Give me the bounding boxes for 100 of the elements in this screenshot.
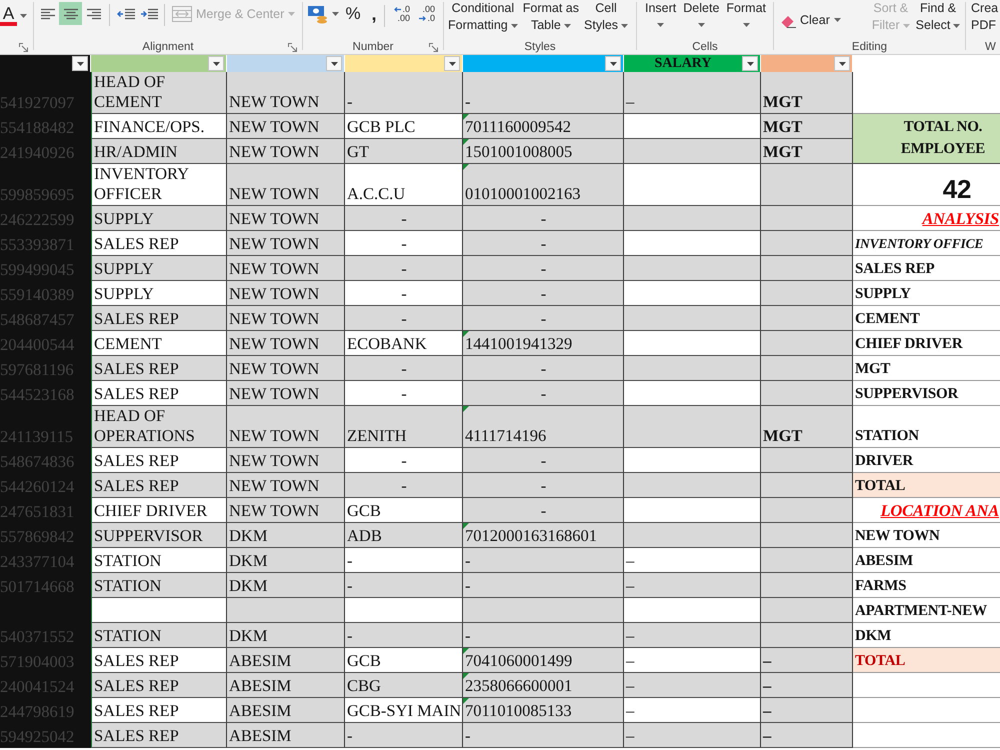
caret-icon [621, 24, 628, 28]
table-cell: SALES REP [91, 448, 227, 473]
table-cell: – [624, 723, 761, 748]
table-cell: NEW TOWN [227, 406, 345, 448]
table-cell: GT [345, 139, 463, 164]
table-cell: SALES REP [91, 381, 227, 406]
table-cell: – [624, 623, 761, 648]
table-cell: HEAD OF CEMENT [91, 72, 227, 114]
caret-icon [610, 62, 616, 66]
table-cell: DKM [227, 523, 345, 548]
dialog-launcher-icon[interactable] [288, 42, 297, 52]
format-button[interactable]: Format [724, 0, 768, 27]
table-cell: - [345, 281, 463, 306]
table-cell: NEW TOWN [227, 306, 345, 331]
filter-button[interactable] [72, 56, 88, 71]
table-cell: - [463, 356, 624, 381]
table-cell: TOTAL [853, 648, 1000, 673]
table-cell: NEW TOWN [227, 381, 345, 406]
filter-button[interactable] [742, 56, 758, 71]
filter-button[interactable] [208, 56, 224, 71]
table-cell: NEW TOWN [227, 498, 345, 523]
table-cell: - [345, 306, 463, 331]
cell-text: 2358066600001 [465, 676, 572, 696]
caret-icon [564, 24, 571, 28]
align-left-icon [40, 8, 56, 20]
table-cell: HEAD OF OPERATIONS [91, 406, 227, 448]
table-cell: - [345, 231, 463, 256]
percent-button[interactable]: % [344, 3, 362, 25]
cell-text: 1441001941329 [465, 334, 572, 354]
caret-icon [746, 62, 754, 66]
table-cell: HR/ADMIN [91, 139, 227, 164]
table-cell: - [463, 206, 624, 231]
insert-button[interactable]: Insert [643, 0, 678, 27]
accounting-format-button[interactable] [307, 3, 339, 25]
table-cell: NEW TOWN [227, 164, 345, 206]
filter-button[interactable] [834, 56, 850, 71]
table-cell: NEW TOWN [227, 356, 345, 381]
table-cell: STATION [91, 623, 227, 648]
table-cell: DKM [227, 623, 345, 648]
table-cell: - [345, 723, 463, 748]
align-center-button[interactable] [59, 2, 82, 25]
pdf-button[interactable]: Crea PDF [970, 0, 1000, 34]
table-cell: NEW TOWN [227, 72, 345, 114]
table-cell: SUPPLY [91, 281, 227, 306]
table-cell: - [463, 573, 624, 598]
table-cell: ABESIM [227, 723, 345, 748]
arrow-right-icon [419, 16, 426, 21]
cell-text: 7011160009542 [465, 117, 572, 137]
filter-button[interactable] [326, 56, 342, 71]
cell-text: 7041060001499 [465, 651, 572, 671]
align-center-icon [62, 8, 78, 20]
table-cell: - [345, 448, 463, 473]
table-cell: A.C.C.U [345, 164, 463, 206]
table-cell: SUPPLY [91, 256, 227, 281]
table-cell: ABESIM [227, 673, 345, 698]
font-color-button[interactable]: A [0, 4, 27, 28]
group-label: W [985, 40, 996, 54]
table-cell: SALES REP [91, 473, 227, 498]
cell-text: 1501001008005 [465, 142, 572, 162]
caret-icon [742, 23, 750, 27]
cell-text: 01010001002163 [465, 184, 580, 204]
table-cell: SUPPERVISOR [91, 523, 227, 548]
table-cell: NEW TOWN [227, 139, 345, 164]
table-cell: - [345, 206, 463, 231]
decrease-indent-icon [116, 8, 134, 20]
table-cell: - [463, 256, 624, 281]
table-cell: GCB-SYI MAIN [345, 698, 463, 723]
table-cell: - [463, 498, 624, 523]
comma-style-button[interactable]: , [368, 3, 380, 25]
table-cell: - [345, 256, 463, 281]
table-cell: MGT [761, 72, 853, 114]
align-right-icon [86, 8, 102, 20]
table-cell: ECOBANK [345, 331, 463, 356]
cell-styles-button[interactable]: Cell Styles [583, 0, 630, 34]
caret-icon [953, 24, 960, 28]
find-select-button[interactable]: Find & Select [914, 0, 962, 34]
increase-decimal-button[interactable]: .0 .00 [392, 5, 410, 23]
table-cell: - [345, 473, 463, 498]
delete-button[interactable]: Delete [681, 0, 722, 27]
dialog-launcher-icon[interactable] [19, 42, 28, 52]
decrease-decimal-button[interactable]: .00 .0 [417, 5, 435, 23]
conditional-formatting-button[interactable]: Conditional Formatting [447, 0, 519, 34]
filter-button[interactable] [444, 56, 460, 71]
group-label: Cells [692, 40, 718, 54]
table-cell: - [345, 356, 463, 381]
table-cell: - [463, 281, 624, 306]
clear-button[interactable]: Clear [780, 11, 841, 29]
money-icon [307, 4, 329, 24]
dialog-launcher-icon[interactable] [429, 42, 438, 52]
table-cell: – [624, 698, 761, 723]
table-cell: TOTAL NO. EMPLOYEE [853, 114, 1000, 164]
group-label: Alignment [142, 40, 194, 54]
table-cell: ABESIM [227, 698, 345, 723]
table-cell: MGT [761, 114, 853, 139]
table-cell: - [463, 231, 624, 256]
format-as-table-button[interactable]: Format as Table [522, 0, 580, 34]
filter-button[interactable] [605, 56, 621, 71]
table-cell: - [463, 723, 624, 748]
table-cell: NEW TOWN [227, 256, 345, 281]
caret-icon [838, 62, 846, 66]
